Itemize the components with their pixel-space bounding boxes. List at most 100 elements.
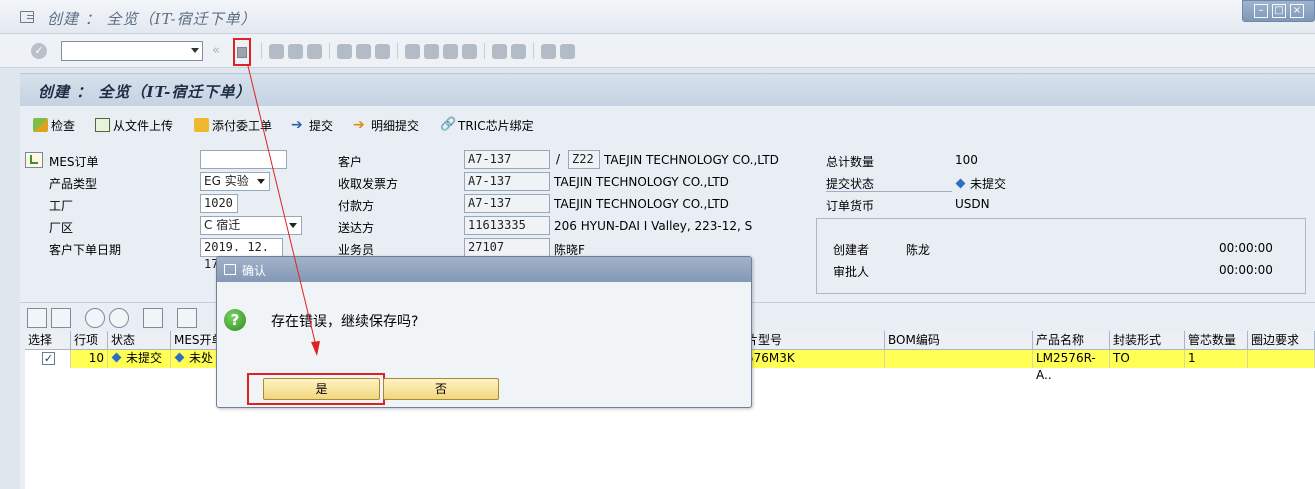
dialog-menu-icon — [224, 264, 236, 275]
row-package: TO — [1110, 350, 1185, 368]
col-select[interactable]: 选择 — [25, 331, 71, 350]
invoice-name: TAEJIN TECHNOLOGY CO.,LTD — [554, 175, 729, 189]
yes-button[interactable]: 是 — [263, 378, 380, 400]
command-field[interactable] — [61, 41, 203, 61]
submit-button-label: 提交 — [309, 118, 334, 133]
customer-sub-field[interactable]: Z22 — [568, 150, 600, 169]
window-menu-icon[interactable] — [20, 11, 34, 23]
chevron-down-icon[interactable] — [289, 223, 297, 228]
total-qty-value: 100 — [955, 153, 978, 167]
minimize-button[interactable]: – — [1254, 4, 1268, 18]
toolbar-separator — [484, 43, 485, 59]
chevron-down-icon[interactable] — [191, 48, 199, 53]
admin-info-box: 创建者 陈龙 00:00:00 审批人 00:00:00 — [816, 218, 1306, 294]
exit-icon[interactable] — [288, 43, 303, 59]
col-item[interactable]: 行项 — [71, 331, 108, 350]
check-button-label: 检查 — [51, 118, 76, 133]
find-icon[interactable] — [356, 43, 371, 59]
deselect-all-icon[interactable] — [51, 308, 71, 328]
save-button[interactable] — [233, 38, 251, 66]
dialog-message: 存在错误，继续保存吗? — [271, 314, 419, 330]
arrow-right-icon: ➔ — [291, 117, 303, 133]
dialog-title: 确认 — [242, 264, 267, 278]
submit-status-value: 未提交 — [970, 177, 1007, 191]
back-icon[interactable] — [269, 43, 284, 59]
help-icon[interactable] — [541, 43, 556, 59]
search-icon[interactable] — [177, 308, 197, 328]
check-button[interactable]: 检查 — [33, 116, 75, 134]
customer-separator: / — [556, 152, 561, 166]
col-status[interactable]: 状态 — [108, 331, 171, 350]
invoice-label: 收取发票方 — [338, 177, 399, 191]
upload-icon — [95, 118, 110, 132]
col-edge[interactable]: 圈边要求 — [1248, 331, 1315, 350]
close-button[interactable]: × — [1290, 4, 1304, 18]
area-label: 厂区 — [49, 221, 74, 235]
shipto-label: 送达方 — [338, 221, 375, 235]
screen-header: 创建 ： 全览（IT-宿迁下单） — [20, 73, 1315, 106]
print-icon[interactable] — [337, 43, 352, 59]
detail-submit-button[interactable]: ➔ 明细提交 — [353, 116, 419, 134]
col-package[interactable]: 封装形式 — [1110, 331, 1185, 350]
order-date-label: 客户下单日期 — [49, 243, 122, 257]
currency-value: USDN — [955, 197, 990, 211]
shipto-code-field[interactable]: 11613335 — [464, 216, 550, 235]
toolbar-separator — [261, 43, 262, 59]
product-type-select[interactable]: EG 实验 — [200, 172, 270, 191]
shipto-name: 206 HYUN-DAI I Valley, 223-12, S — [554, 219, 753, 233]
plant-field[interactable]: 1020 — [200, 194, 238, 213]
approver-label: 审批人 — [833, 265, 870, 279]
mes-order-icon[interactable] — [25, 152, 43, 168]
next-page-icon[interactable] — [443, 43, 458, 59]
maximize-button[interactable]: □ — [1272, 4, 1286, 18]
cancel-icon[interactable] — [307, 43, 322, 59]
payer-label: 付款方 — [338, 199, 375, 213]
col-bom[interactable]: BOM编码 — [885, 331, 1033, 350]
status-diamond-icon — [955, 178, 966, 189]
row-checkbox[interactable]: ✓ — [42, 352, 55, 365]
mes-order-label: MES订单 — [49, 155, 99, 169]
sales-code-field[interactable]: 27107 — [464, 238, 550, 257]
mes-order-field[interactable] — [200, 150, 287, 169]
col-chip-model[interactable]: 片型号 — [743, 331, 885, 350]
row-mes-text: 未处 — [189, 351, 214, 365]
standard-toolbar: ✓ « — [0, 34, 1315, 68]
col-die-qty[interactable]: 管芯数量 — [1185, 331, 1248, 350]
shortcut-icon[interactable] — [511, 43, 526, 59]
payer-code-field[interactable]: A7-137 — [464, 194, 550, 213]
submit-status-label: 提交状态 — [826, 177, 875, 191]
last-page-icon[interactable] — [462, 43, 477, 59]
detail-icon[interactable] — [143, 308, 163, 328]
new-session-icon[interactable] — [492, 43, 507, 59]
enter-check-icon[interactable]: ✓ — [31, 43, 47, 59]
chevron-down-icon[interactable] — [257, 179, 265, 184]
upload-button[interactable]: 从文件上传 — [95, 116, 173, 134]
plant-label: 工厂 — [49, 199, 74, 213]
row-status: 未提交 — [108, 350, 171, 368]
check-icon — [33, 118, 48, 132]
row-item: 10 — [71, 350, 108, 368]
status-diamond-icon — [111, 352, 122, 363]
no-button[interactable]: 否 — [383, 378, 499, 400]
confirm-dialog: 确认 ? 存在错误，继续保存吗? 是 否 — [216, 256, 752, 408]
order-date-field[interactable]: 2019. 12. 17 — [200, 238, 283, 271]
area-value: C 宿迁 — [204, 218, 241, 232]
col-product-name[interactable]: 产品名称 — [1033, 331, 1110, 350]
first-page-icon[interactable] — [405, 43, 420, 59]
submit-button[interactable]: ➔ 提交 — [291, 116, 333, 134]
delete-row-icon[interactable] — [109, 308, 129, 328]
layout-icon[interactable] — [560, 43, 575, 59]
customer-code-field[interactable]: A7-137 — [464, 150, 550, 169]
collapse-arrows-icon[interactable]: « — [212, 43, 220, 58]
invoice-code-field[interactable]: A7-137 — [464, 172, 550, 191]
select-all-icon[interactable] — [27, 308, 47, 328]
area-select[interactable]: C 宿迁 — [200, 216, 302, 235]
tric-bind-button[interactable]: 🔗 TRIC芯片绑定 — [440, 116, 534, 134]
insert-row-icon[interactable] — [85, 308, 105, 328]
toolbar-icon-group — [258, 43, 575, 59]
previous-page-icon[interactable] — [424, 43, 439, 59]
toolbar-separator — [533, 43, 534, 59]
toolbar-separator — [397, 43, 398, 59]
find-next-icon[interactable] — [375, 43, 390, 59]
add-order-button[interactable]: 添付委工单 — [194, 116, 272, 134]
